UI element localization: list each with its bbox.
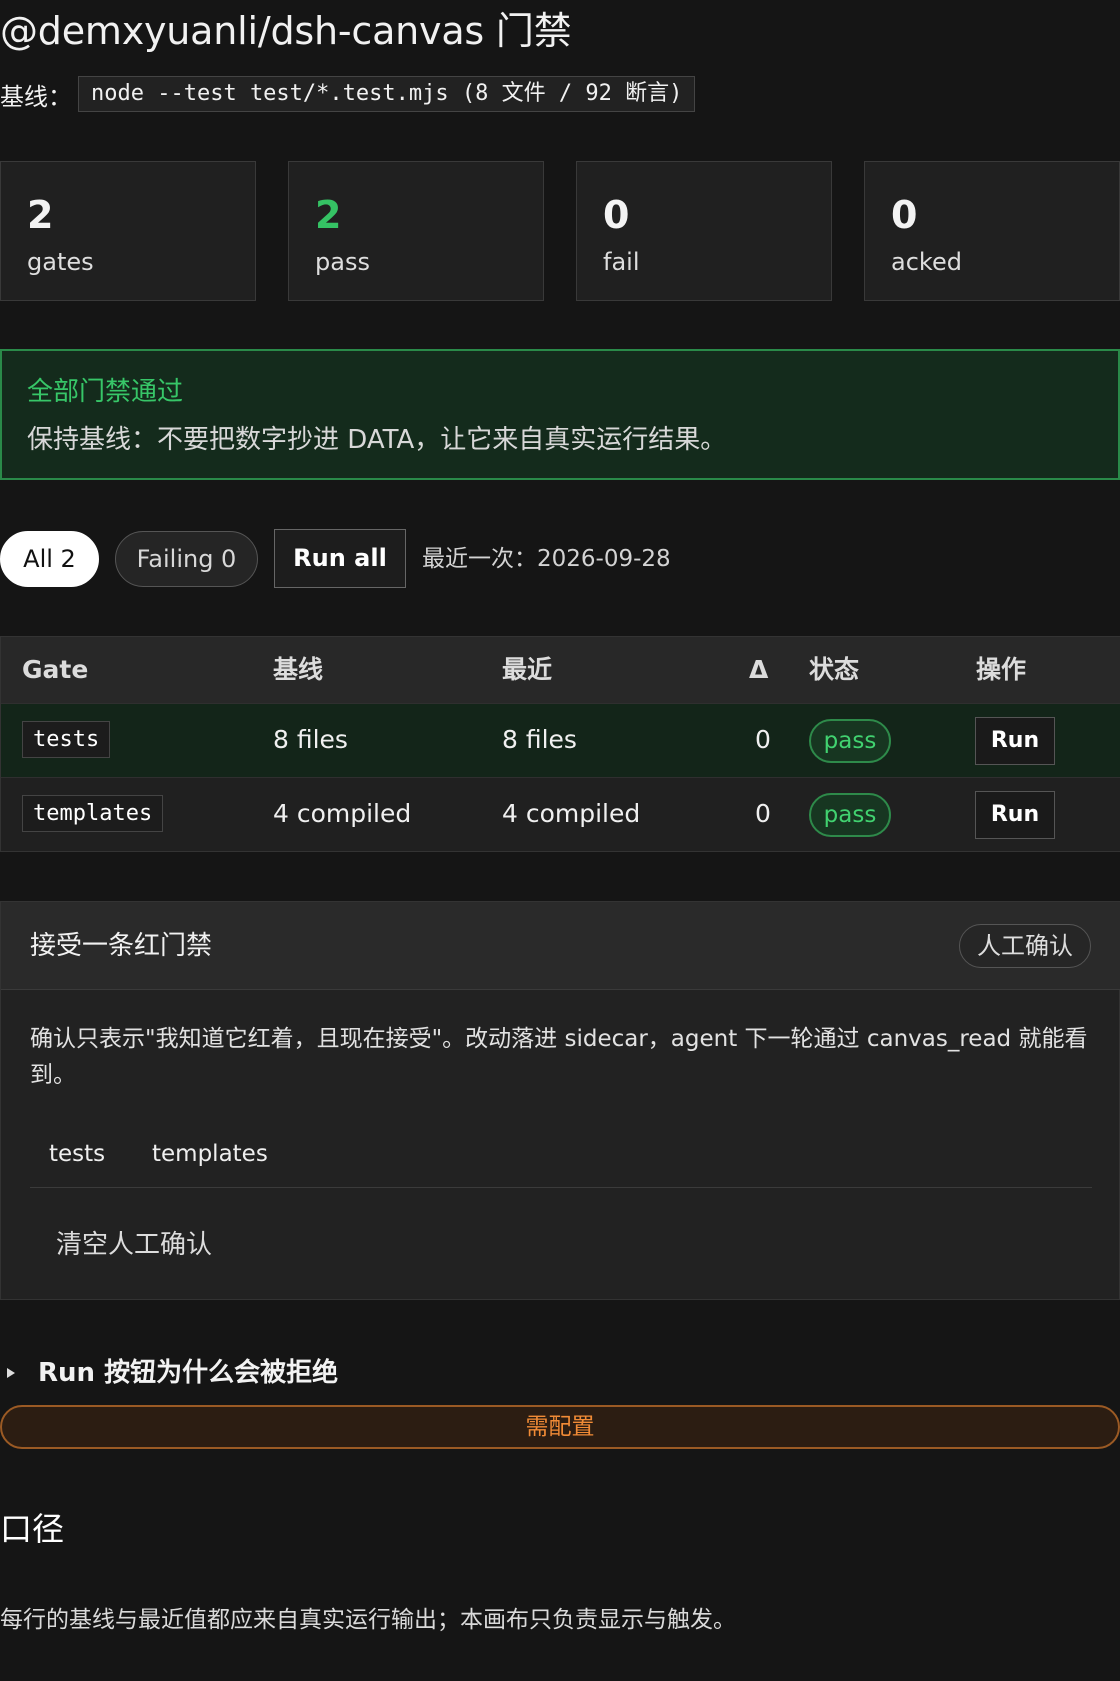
header-status: 状态 [809, 655, 860, 684]
header-recent: 最近 [502, 655, 553, 684]
stat-card-gates: 2 gates [0, 161, 256, 301]
manual-confirm-badge: 人工确认 [959, 924, 1091, 968]
section-title: 口径 [0, 1510, 65, 1548]
delta-value: 0 [755, 725, 771, 754]
app-root: @demxyuanli/dsh-canvas 门禁 基线： node --tes… [0, 0, 1120, 1681]
divider [30, 1187, 1092, 1188]
page-title: @demxyuanli/dsh-canvas 门禁 [0, 9, 572, 53]
alert-title: 全部门禁通过 [27, 377, 184, 407]
stat-label-fail: fail [603, 248, 640, 276]
details-summary-text: Run 按钮为什么会被拒绝 [38, 1358, 339, 1388]
status-badge: pass [809, 719, 891, 763]
last-run-timestamp: 最近一次：2026-09-28 [422, 546, 671, 572]
delta-value: 0 [755, 799, 771, 828]
table-row: tests 8 files 8 files 0 pass Run [1, 703, 1120, 777]
header-baseline: 基线 [273, 655, 324, 684]
manual-ack-panel: 接受一条红门禁 人工确认 确认只表示"我知道它红着，且现在接受"。改动落进 si… [0, 901, 1120, 1300]
header-delta: Δ [749, 655, 769, 684]
stat-label-gates: gates [27, 248, 94, 276]
disclosure-triangle-icon [7, 1368, 15, 1378]
stat-value-gates: 2 [27, 193, 54, 237]
table-row: templates 4 compiled 4 compiled 0 pass R… [1, 777, 1120, 851]
ack-gate-item-tests[interactable]: tests [49, 1139, 105, 1169]
filter-failing-tab[interactable]: Failing 0 [115, 531, 258, 587]
stat-value-pass: 2 [315, 193, 342, 237]
gate-table: Gate 基线 最近 Δ 状态 操作 tests 8 files 8 files… [0, 636, 1120, 852]
ack-description: 确认只表示"我知道它红着，且现在接受"。改动落进 sidecar，agent 下… [30, 1026, 1088, 1088]
clear-manual-ack-button[interactable]: 清空人工确认 [56, 1228, 212, 1262]
table-header: Gate 基线 最近 Δ 状态 操作 [1, 637, 1120, 703]
header-gate: Gate [22, 655, 89, 684]
filter-all-tab[interactable]: All 2 [0, 531, 99, 587]
section-note: 每行的基线与最近值都应来自真实运行输出；本画布只负责显示与触发。 [0, 1607, 736, 1633]
alert-body: 保持基线：不要把数字抄进 DATA，让它来自真实运行结果。 [27, 425, 727, 455]
recent-value: 8 files [502, 725, 577, 754]
gate-name: tests [22, 721, 111, 758]
ack-gate-item-templates[interactable]: templates [152, 1139, 268, 1169]
stat-label-pass: pass [315, 248, 370, 276]
run-button[interactable]: Run [975, 791, 1055, 839]
ack-panel-title: 接受一条红门禁 [30, 931, 213, 961]
run-all-button[interactable]: Run all [274, 529, 406, 588]
stat-value-acked: 0 [891, 193, 918, 237]
gate-name: templates [22, 795, 164, 832]
baseline-value: 4 compiled [273, 799, 412, 828]
stat-card-acked: 0 acked [864, 161, 1120, 301]
baseline-label: 基线： [0, 82, 72, 111]
ack-panel-header: 接受一条红门禁 人工确认 [1, 902, 1120, 990]
baseline-value: 8 files [273, 725, 348, 754]
stat-card-pass: 2 pass [288, 161, 544, 301]
baseline-command: node --test test/*.test.mjs (8 文件 / 92 断… [78, 76, 696, 112]
run-rejection-details-toggle[interactable]: Run 按钮为什么会被拒绝 [0, 1356, 338, 1390]
baseline-line: 基线： node --test test/*.test.mjs (8 文件 / … [0, 76, 696, 112]
configuration-required-badge: 需配置 [0, 1405, 1120, 1449]
success-alert: 全部门禁通过 保持基线：不要把数字抄进 DATA，让它来自真实运行结果。 [0, 349, 1120, 480]
header-action: 操作 [976, 655, 1027, 684]
recent-value: 4 compiled [502, 799, 641, 828]
stat-label-acked: acked [891, 248, 962, 276]
stat-value-fail: 0 [603, 193, 630, 237]
run-button[interactable]: Run [975, 717, 1055, 765]
status-badge: pass [809, 793, 891, 837]
stat-card-fail: 0 fail [576, 161, 832, 301]
